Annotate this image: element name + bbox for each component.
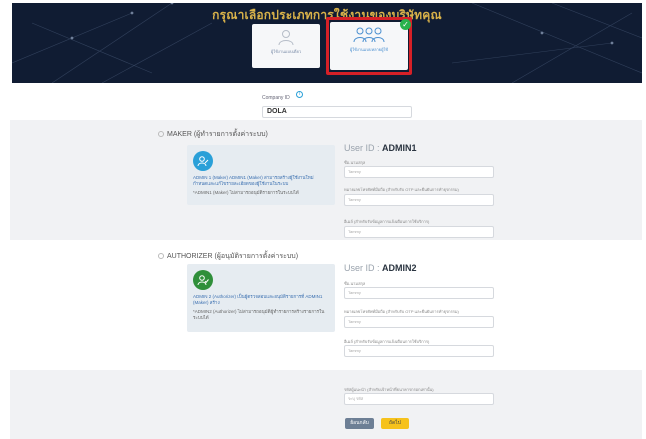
authorizer-name-label: ชื่อ-นามสกุล (344, 281, 366, 286)
maker-note: *ADMIN1 (Maker) ไม่สามารถอนุมัติรายการใน… (193, 190, 299, 195)
next-button[interactable]: ถัดไป (381, 418, 409, 429)
authorizer-avatar (193, 270, 213, 290)
authorizer-user-id: User ID : ADMIN2 (344, 263, 417, 273)
company-id-group: Company ID i DOLA (262, 86, 412, 118)
maker-email-label: อีเมล์ (สำหรับรับข้อมูลการแจ้งเตือนการใช… (344, 219, 430, 224)
company-id-field[interactable]: DOLA (262, 106, 412, 118)
info-icon[interactable]: i (296, 91, 304, 99)
authorizer-email-input[interactable]: Tammy (344, 345, 494, 357)
back-button[interactable]: ย้อนกลับ (345, 418, 374, 429)
maker-title-text: MAKER (ผู้ทำรายการตั้งค่าระบบ) (167, 131, 268, 138)
user-edit-icon (197, 156, 209, 167)
maker-email-input[interactable]: Tammy (344, 226, 494, 238)
authorizer-phone-input[interactable]: Tammy (344, 316, 494, 328)
company-id-label: Company ID (262, 95, 290, 101)
single-user-icon (278, 30, 294, 46)
check-icon: ✓ (400, 19, 411, 30)
group-users-icon (353, 27, 385, 43)
user-id-label: User ID : (344, 143, 380, 153)
account-type-label: ผู้ใช้งานแบบหลายผู้ใช้ (349, 47, 389, 52)
maker-name-label: ชื่อ-นามสกุล (344, 160, 366, 165)
authorizer-note: *ADMIN2 (Authorizer) ไม่สามารถอนุมัติผู้… (193, 309, 325, 320)
authorizer-title-text: AUTHORIZER (ผู้อนุมัติรายการตั้งค่าระบบ) (167, 253, 299, 260)
account-type-label: ผู้ใช้งานแบบเดี่ยว (270, 49, 302, 54)
maker-name-input[interactable]: Tammy (344, 166, 494, 178)
user-check-icon (197, 275, 209, 286)
maker-user-id: User ID : ADMIN1 (344, 143, 417, 153)
maker-description: ADMIN 1 (Maker) ADMIN1 (Maker) สามารถสร้… (193, 175, 314, 186)
footer-section (10, 370, 642, 439)
authorizer-name-input[interactable]: Tammy (344, 287, 494, 299)
authorizer-phone-label: หมายเลขโทรศัพท์มือถือ (สำหรับรับ OTP และ… (344, 309, 459, 314)
user-id-label: User ID : (344, 263, 380, 273)
account-type-card-multi-user[interactable]: ✓ ผู้ใช้งานแบบหลายผู้ใช้ (330, 19, 411, 70)
maker-avatar (193, 151, 213, 171)
account-type-card-individual[interactable]: ผู้ใช้งานแบบเดี่ยว (252, 24, 320, 68)
authorizer-description: ADMIN 2 (Authorizer) เป็นผู้ตรวจสอบและอน… (193, 294, 323, 305)
maker-phone-label: หมายเลขโทรศัพท์มือถือ (สำหรับรับ OTP และ… (344, 187, 459, 192)
authorizer-title[interactable]: AUTHORIZER (ผู้อนุมัติรายการตั้งค่าระบบ) (158, 251, 299, 262)
referral-code-label: รหัสผู้แนะนำ (สำหรับเจ้าหน้าที่ธนาคารกรอ… (344, 387, 434, 392)
maker-info-box: ADMIN 1 (Maker) ADMIN1 (Maker) สามารถสร้… (187, 145, 335, 205)
maker-title[interactable]: MAKER (ผู้ทำรายการตั้งค่าระบบ) (158, 129, 268, 140)
authorizer-info-box: ADMIN 2 (Authorizer) เป็นผู้ตรวจสอบและอน… (187, 264, 335, 332)
user-id-value: ADMIN1 (382, 143, 417, 153)
referral-code-input[interactable]: ระบุ รหัส (344, 393, 494, 405)
maker-phone-input[interactable]: Tammy (344, 194, 494, 206)
authorizer-email-label: อีเมล์ (สำหรับรับข้อมูลการแจ้งเตือนการใช… (344, 339, 430, 344)
user-id-value: ADMIN2 (382, 263, 417, 273)
